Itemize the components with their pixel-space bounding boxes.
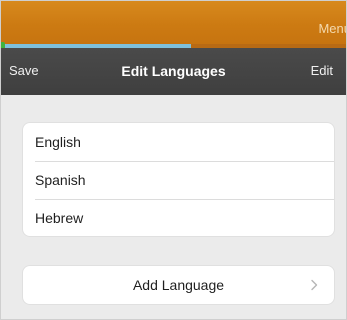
chevron-right-icon bbox=[311, 279, 318, 291]
language-row-english[interactable]: English bbox=[23, 123, 334, 161]
add-language-button[interactable]: Add Language bbox=[23, 266, 334, 304]
add-language-label: Add Language bbox=[132, 277, 225, 293]
language-row-spanish[interactable]: Spanish bbox=[23, 161, 334, 199]
edit-button[interactable]: Edit bbox=[311, 63, 333, 78]
page-title: Edit Languages bbox=[121, 63, 226, 79]
language-list: English Spanish Hebrew bbox=[23, 123, 334, 236]
menu-button[interactable]: Menu bbox=[318, 21, 347, 36]
language-row-hebrew[interactable]: Hebrew bbox=[23, 199, 334, 236]
top-bar: Menu bbox=[0, 0, 347, 50]
navigation-bar: Save Edit Languages Edit bbox=[0, 48, 347, 95]
